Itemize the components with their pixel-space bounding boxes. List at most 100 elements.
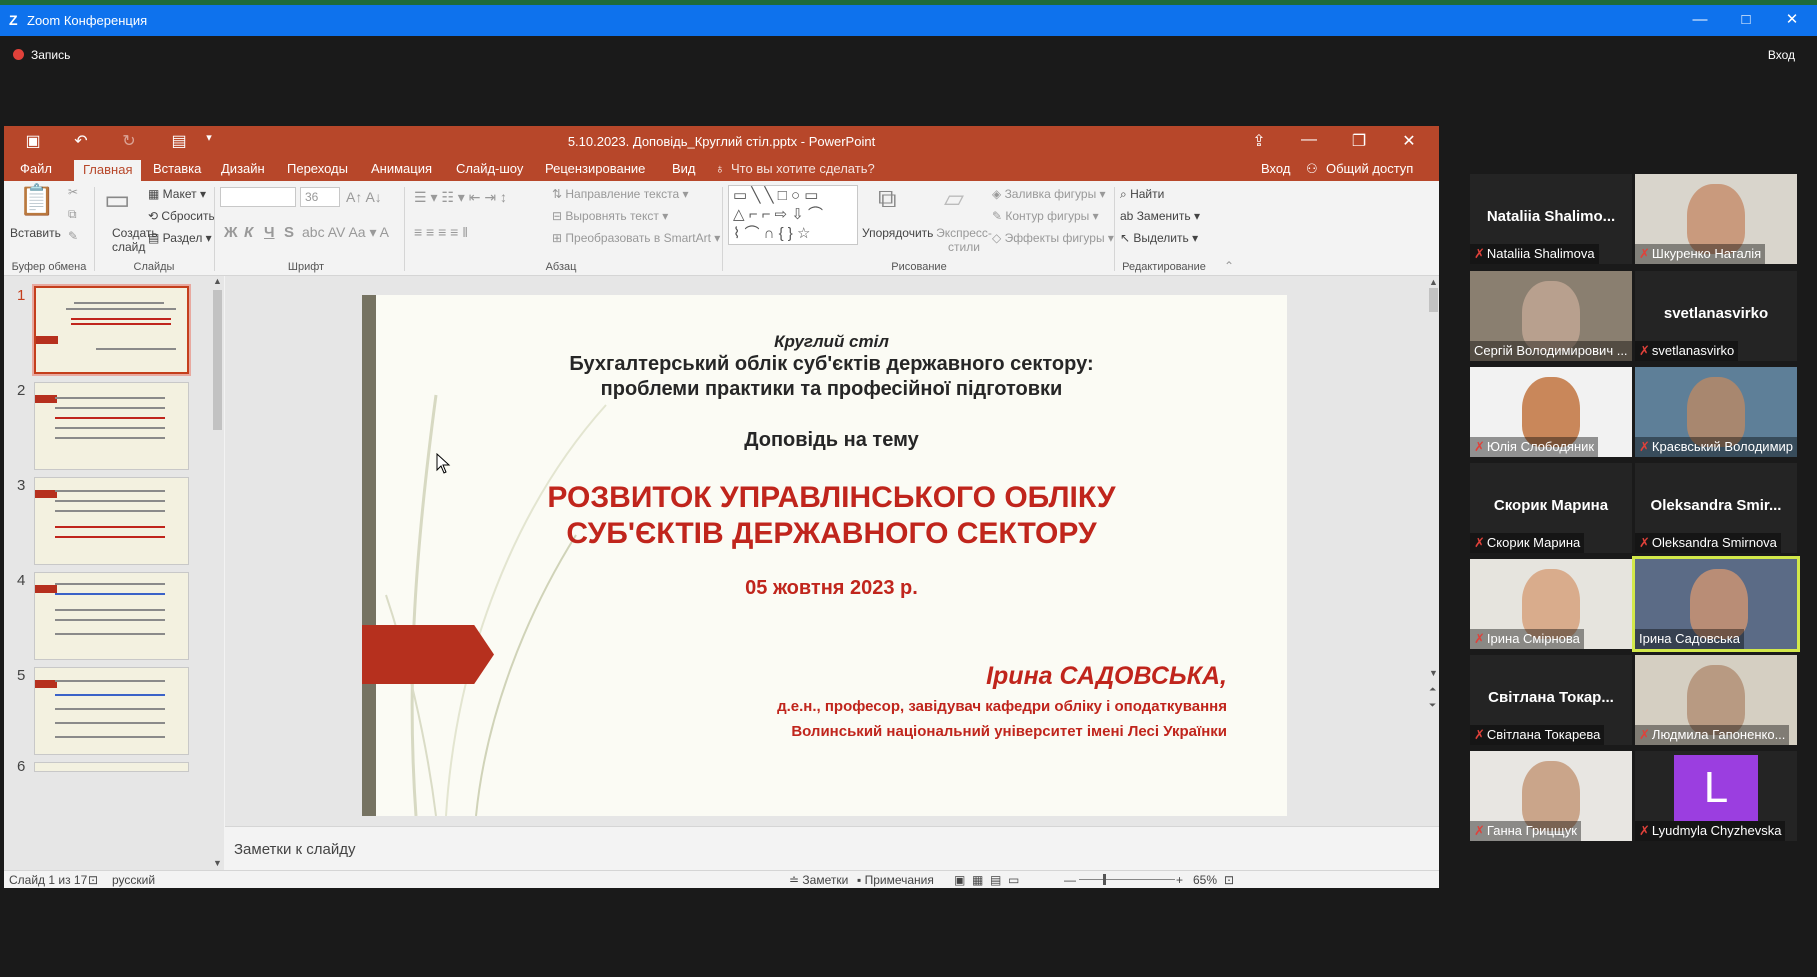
mic-muted-icon: ✗ — [1639, 246, 1650, 261]
slide-thumbnail[interactable] — [32, 284, 191, 376]
replace-button[interactable]: ab Заменить ▾ — [1120, 209, 1200, 223]
shape-effects-button[interactable]: ◇ Эффекты фигуры ▾ — [992, 231, 1114, 245]
find-button[interactable]: ⌕ Найти — [1120, 187, 1164, 202]
slide-thumbnail[interactable] — [34, 667, 189, 755]
scroll-down-icon[interactable]: ▼ — [1429, 668, 1438, 678]
zoom-out-icon[interactable]: — — [1064, 873, 1076, 887]
normal-view-icon[interactable]: ▣ ▦ ▤ ▭ — [954, 873, 1019, 887]
enter-button[interactable]: Вход — [1768, 48, 1795, 62]
zoom-level[interactable]: 65% — [1193, 873, 1217, 887]
participant-tile[interactable]: ✗ Ганна Грицщук — [1470, 751, 1632, 841]
shape-fill-button[interactable]: ◈ Заливка фигуры ▾ — [992, 187, 1106, 201]
record-label[interactable]: Запись — [31, 48, 70, 62]
minimize-button[interactable]: — — [1678, 9, 1722, 31]
ppt-close-button[interactable]: ✕ — [1394, 131, 1424, 151]
font-name-input[interactable] — [220, 187, 296, 207]
scrollbar-thumb[interactable] — [213, 290, 222, 430]
fit-slide-icon[interactable]: ⊡ — [1224, 873, 1234, 887]
prev-slide-icon[interactable]: ⏶ — [1429, 684, 1436, 695]
participant-tile[interactable]: svetlanasvirko ✗ svetlanasvirko — [1635, 271, 1797, 361]
bold-button[interactable]: Ж — [224, 224, 238, 241]
participant-tile[interactable]: ✗ Краєвський Володимир — [1635, 367, 1797, 457]
align-text-button[interactable]: ⊟ Выровнять текст ▾ — [552, 209, 668, 223]
collapse-ribbon-icon[interactable]: ⌃ — [1224, 259, 1234, 273]
comments-button[interactable]: ▪ Примечания — [857, 873, 934, 887]
layout-button[interactable]: ▦ Макет ▾ — [148, 187, 206, 201]
reset-button[interactable]: ⟲ Сбросить — [148, 209, 215, 223]
tab-slideshow[interactable]: Слайд-шоу — [456, 161, 523, 176]
align-icons[interactable]: ≡ ≡ ≡ ≡ ‖ — [414, 224, 468, 240]
participant-tile[interactable]: L ✗ Lyudmyla Chyzhevska — [1635, 751, 1797, 841]
select-button[interactable]: ↖ Выделить ▾ — [1120, 231, 1198, 245]
new-slide-icon[interactable]: ▭ — [104, 183, 130, 216]
slide-thumbnail[interactable] — [34, 572, 189, 660]
smartart-button[interactable]: ⊞ Преобразовать в SmartArt ▾ — [552, 231, 720, 245]
spellcheck-icon[interactable]: ⊡ — [88, 873, 98, 887]
tab-review[interactable]: Рецензирование — [545, 161, 645, 176]
quick-styles-button[interactable]: Экспресс-стили — [934, 226, 994, 254]
thumbnail-scrollbar[interactable]: ▲ ▼ — [211, 276, 224, 870]
bullets-icon[interactable]: ☰ ▾ ☷ ▾ ⇤ ⇥ ↕ — [414, 189, 507, 206]
participant-tile[interactable]: ✗ Людмила Гапоненко... — [1635, 655, 1797, 745]
spacing-icon[interactable]: abc AV Aa ▾ A — [302, 224, 389, 241]
text-direction-button[interactable]: ⇅ Направление текста ▾ — [552, 187, 689, 201]
active-speaker-tile[interactable]: Ірина Садовська — [1632, 556, 1800, 652]
participant-tile[interactable]: ✗ Юлія Слободяник — [1470, 367, 1632, 457]
quick-styles-icon[interactable]: ▱ — [944, 183, 964, 214]
tab-animations[interactable]: Анимация — [371, 161, 432, 176]
shapes-gallery[interactable]: ▭ ╲ ╲ □ ○ ▭ △ ⌐ ⌐ ⇨ ⇩ ⌒ ⌇ ⌒ ∩ { } ☆ — [728, 185, 858, 245]
tell-me-input[interactable]: Что вы хотите сделать? — [731, 161, 875, 176]
participant-tile[interactable]: Сергій Володимирович ... — [1470, 271, 1632, 361]
italic-button[interactable]: К — [244, 224, 253, 241]
participant-tile[interactable]: ✗ Шкуренко Наталія — [1635, 174, 1797, 264]
scrollbar-thumb[interactable] — [1429, 288, 1438, 312]
notes-button[interactable]: ≐ Заметки — [789, 873, 848, 887]
grow-font-icon[interactable]: A↑ A↓ — [346, 189, 382, 205]
zoom-slider[interactable] — [1079, 879, 1175, 880]
tab-home[interactable]: Главная — [74, 160, 142, 181]
section-button[interactable]: ▤ Раздел ▾ — [148, 231, 212, 245]
signin-button[interactable]: Вход — [1261, 161, 1290, 176]
format-painter-icon[interactable]: ✎ — [68, 229, 78, 243]
tab-transitions[interactable]: Переходы — [287, 161, 348, 176]
slide-thumbnail[interactable] — [34, 762, 189, 772]
next-slide-icon[interactable]: ⏷ — [1429, 700, 1436, 711]
ppt-restore-button[interactable]: ❐ — [1344, 131, 1374, 151]
arrange-icon[interactable]: ⧉ — [878, 183, 897, 215]
zoom-in-icon[interactable]: + — [1176, 873, 1183, 887]
paste-icon[interactable]: 📋 — [18, 183, 55, 218]
participant-tile[interactable]: Скорик Марина ✗ Скорик Марина — [1470, 463, 1632, 553]
current-slide[interactable]: Круглий стіл Бухгалтерський облік суб'єк… — [362, 295, 1287, 816]
zoom-slider-thumb[interactable] — [1103, 874, 1106, 885]
scroll-up-icon[interactable]: ▲ — [213, 276, 222, 286]
tab-file[interactable]: Файл — [20, 161, 52, 176]
tab-insert[interactable]: Вставка — [153, 161, 201, 176]
participant-tile[interactable]: Світлана Токар... ✗ Світлана Токарева — [1470, 655, 1632, 745]
copy-icon[interactable]: ⧉ — [68, 207, 77, 222]
language-indicator[interactable]: русский — [112, 873, 155, 887]
shadow-button[interactable]: S — [284, 224, 294, 241]
scroll-up-icon[interactable]: ▲ — [1429, 277, 1438, 287]
participant-tile[interactable]: Oleksandra Smir... ✗ Oleksandra Smirnova — [1635, 463, 1797, 553]
tab-view[interactable]: Вид — [672, 161, 696, 176]
participant-tile[interactable]: Nataliia Shalimo... ✗ Nataliia Shalimova — [1470, 174, 1632, 264]
underline-button[interactable]: Ч — [264, 224, 275, 241]
close-button[interactable]: ✕ — [1770, 9, 1814, 31]
font-size-input[interactable]: 36 — [300, 187, 340, 207]
slide-thumbnail[interactable] — [34, 382, 189, 470]
arrange-button[interactable]: Упорядочить — [862, 226, 933, 240]
cut-icon[interactable]: ✂ — [68, 185, 78, 199]
notes-pane[interactable]: Заметки к слайду — [225, 826, 1439, 870]
shape-outline-button[interactable]: ✎ Контур фигуры ▾ — [992, 209, 1099, 223]
scroll-down-icon[interactable]: ▼ — [213, 858, 222, 868]
paste-button[interactable]: Вставить — [10, 226, 61, 240]
slide-thumbnail[interactable] — [34, 477, 189, 565]
maximize-button[interactable]: □ — [1724, 9, 1768, 31]
ppt-minimize-button[interactable]: — — [1294, 131, 1324, 149]
share-button[interactable]: Общий доступ — [1326, 161, 1413, 176]
notes-placeholder[interactable]: Заметки к слайду — [234, 841, 356, 858]
ribbon-display-icon[interactable]: ⇪ — [1244, 131, 1274, 151]
tab-design[interactable]: Дизайн — [221, 161, 265, 176]
editor-scrollbar[interactable]: ▲ ▼ ⏶ ⏷ — [1428, 276, 1439, 716]
participant-tile[interactable]: ✗ Ірина Смірнова — [1470, 559, 1632, 649]
